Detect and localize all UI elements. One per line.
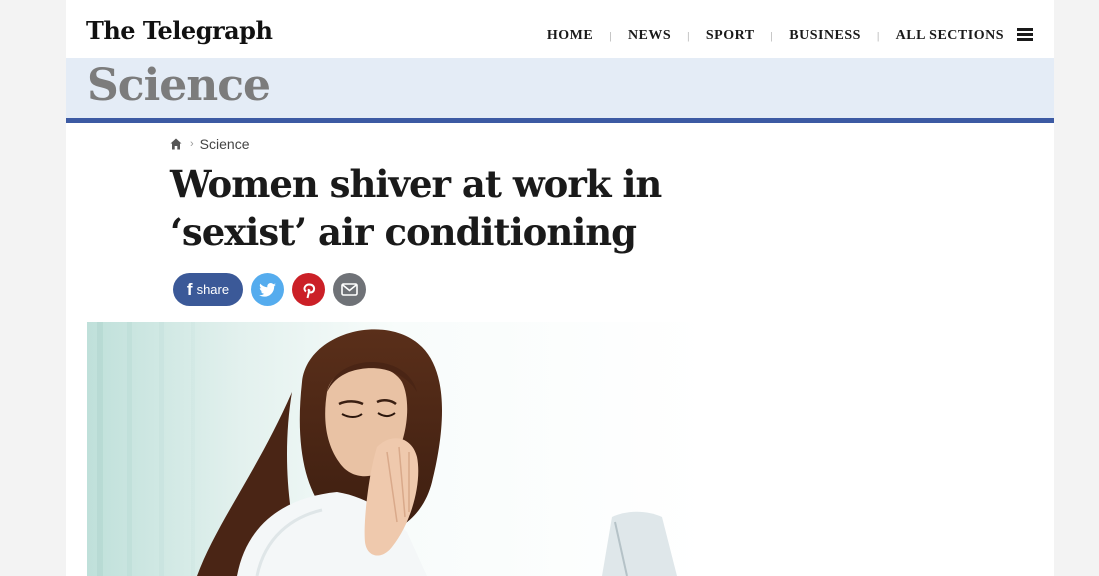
pinterest-share-button[interactable] [292, 273, 325, 306]
article-hero-image [87, 322, 707, 576]
email-icon [341, 283, 358, 296]
twitter-icon [259, 282, 276, 297]
nav-item-business[interactable]: BUSINESS [789, 28, 861, 44]
nav-item-home[interactable]: HOME [547, 28, 593, 44]
nav-separator: | [770, 30, 774, 42]
page: The Telegraph HOME | NEWS | SPORT | BUSI… [66, 0, 1054, 576]
breadcrumb: › Science [170, 136, 249, 152]
facebook-icon: f [186, 279, 193, 299]
share-buttons: f share [173, 273, 374, 306]
twitter-share-button[interactable] [251, 273, 284, 306]
main-nav: HOME | NEWS | SPORT | BUSINESS | ALL SEC… [547, 28, 1004, 44]
breadcrumb-science[interactable]: Science [200, 136, 250, 152]
home-icon[interactable] [170, 138, 182, 150]
nav-item-all-sections[interactable]: ALL SECTIONS [896, 28, 1004, 44]
section-banner: Science [66, 58, 1054, 123]
hamburger-icon[interactable] [1017, 28, 1033, 41]
photo-woman-warming-hands [87, 322, 707, 576]
site-logo[interactable]: The Telegraph [86, 16, 273, 45]
email-share-button[interactable] [333, 273, 366, 306]
nav-item-sport[interactable]: SPORT [706, 28, 755, 44]
pinterest-icon [302, 283, 315, 298]
facebook-share-button[interactable]: f share [173, 273, 243, 306]
nav-separator: | [687, 30, 690, 42]
breadcrumb-separator: › [190, 138, 194, 150]
nav-item-news[interactable]: NEWS [628, 28, 671, 44]
facebook-share-label: share [196, 282, 230, 297]
article-headline: Women shiver at work in ‘sexist’ air con… [170, 162, 662, 254]
nav-separator: | [876, 30, 880, 42]
masthead: The Telegraph HOME | NEWS | SPORT | BUSI… [66, 0, 1054, 58]
nav-separator: | [609, 30, 612, 42]
section-title[interactable]: Science [87, 60, 271, 111]
